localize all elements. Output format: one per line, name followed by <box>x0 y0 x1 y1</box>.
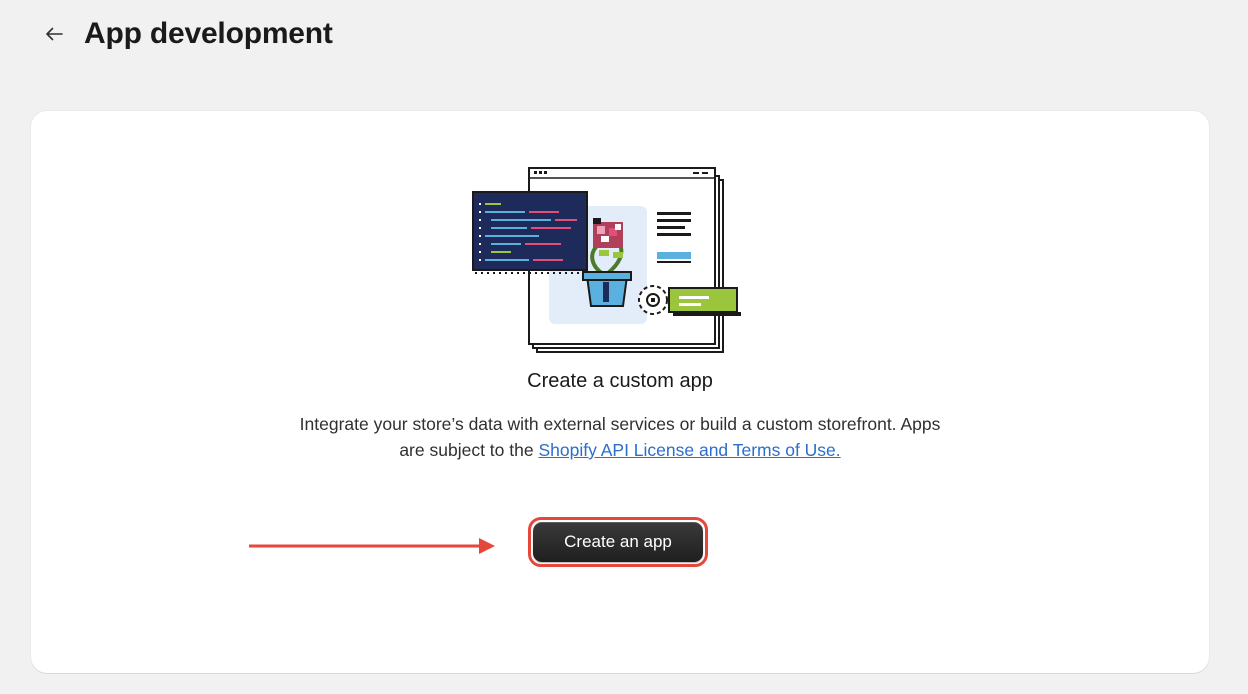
page-header: App development <box>40 12 333 56</box>
api-license-link[interactable]: Shopify API License and Terms of Use. <box>538 440 840 460</box>
annotation-arrow-icon <box>249 538 495 554</box>
empty-state-description: Integrate your store’s data with externa… <box>295 411 945 463</box>
back-arrow-icon[interactable] <box>40 20 68 48</box>
empty-state-heading: Create a custom app <box>527 370 713 392</box>
create-app-button[interactable]: Create an app <box>533 522 703 562</box>
arrow-left-icon <box>46 27 63 41</box>
custom-app-illustration-icon <box>472 167 741 353</box>
page-title: App development <box>84 17 333 50</box>
empty-state-card: Create a custom app Integrate your store… <box>31 111 1209 673</box>
